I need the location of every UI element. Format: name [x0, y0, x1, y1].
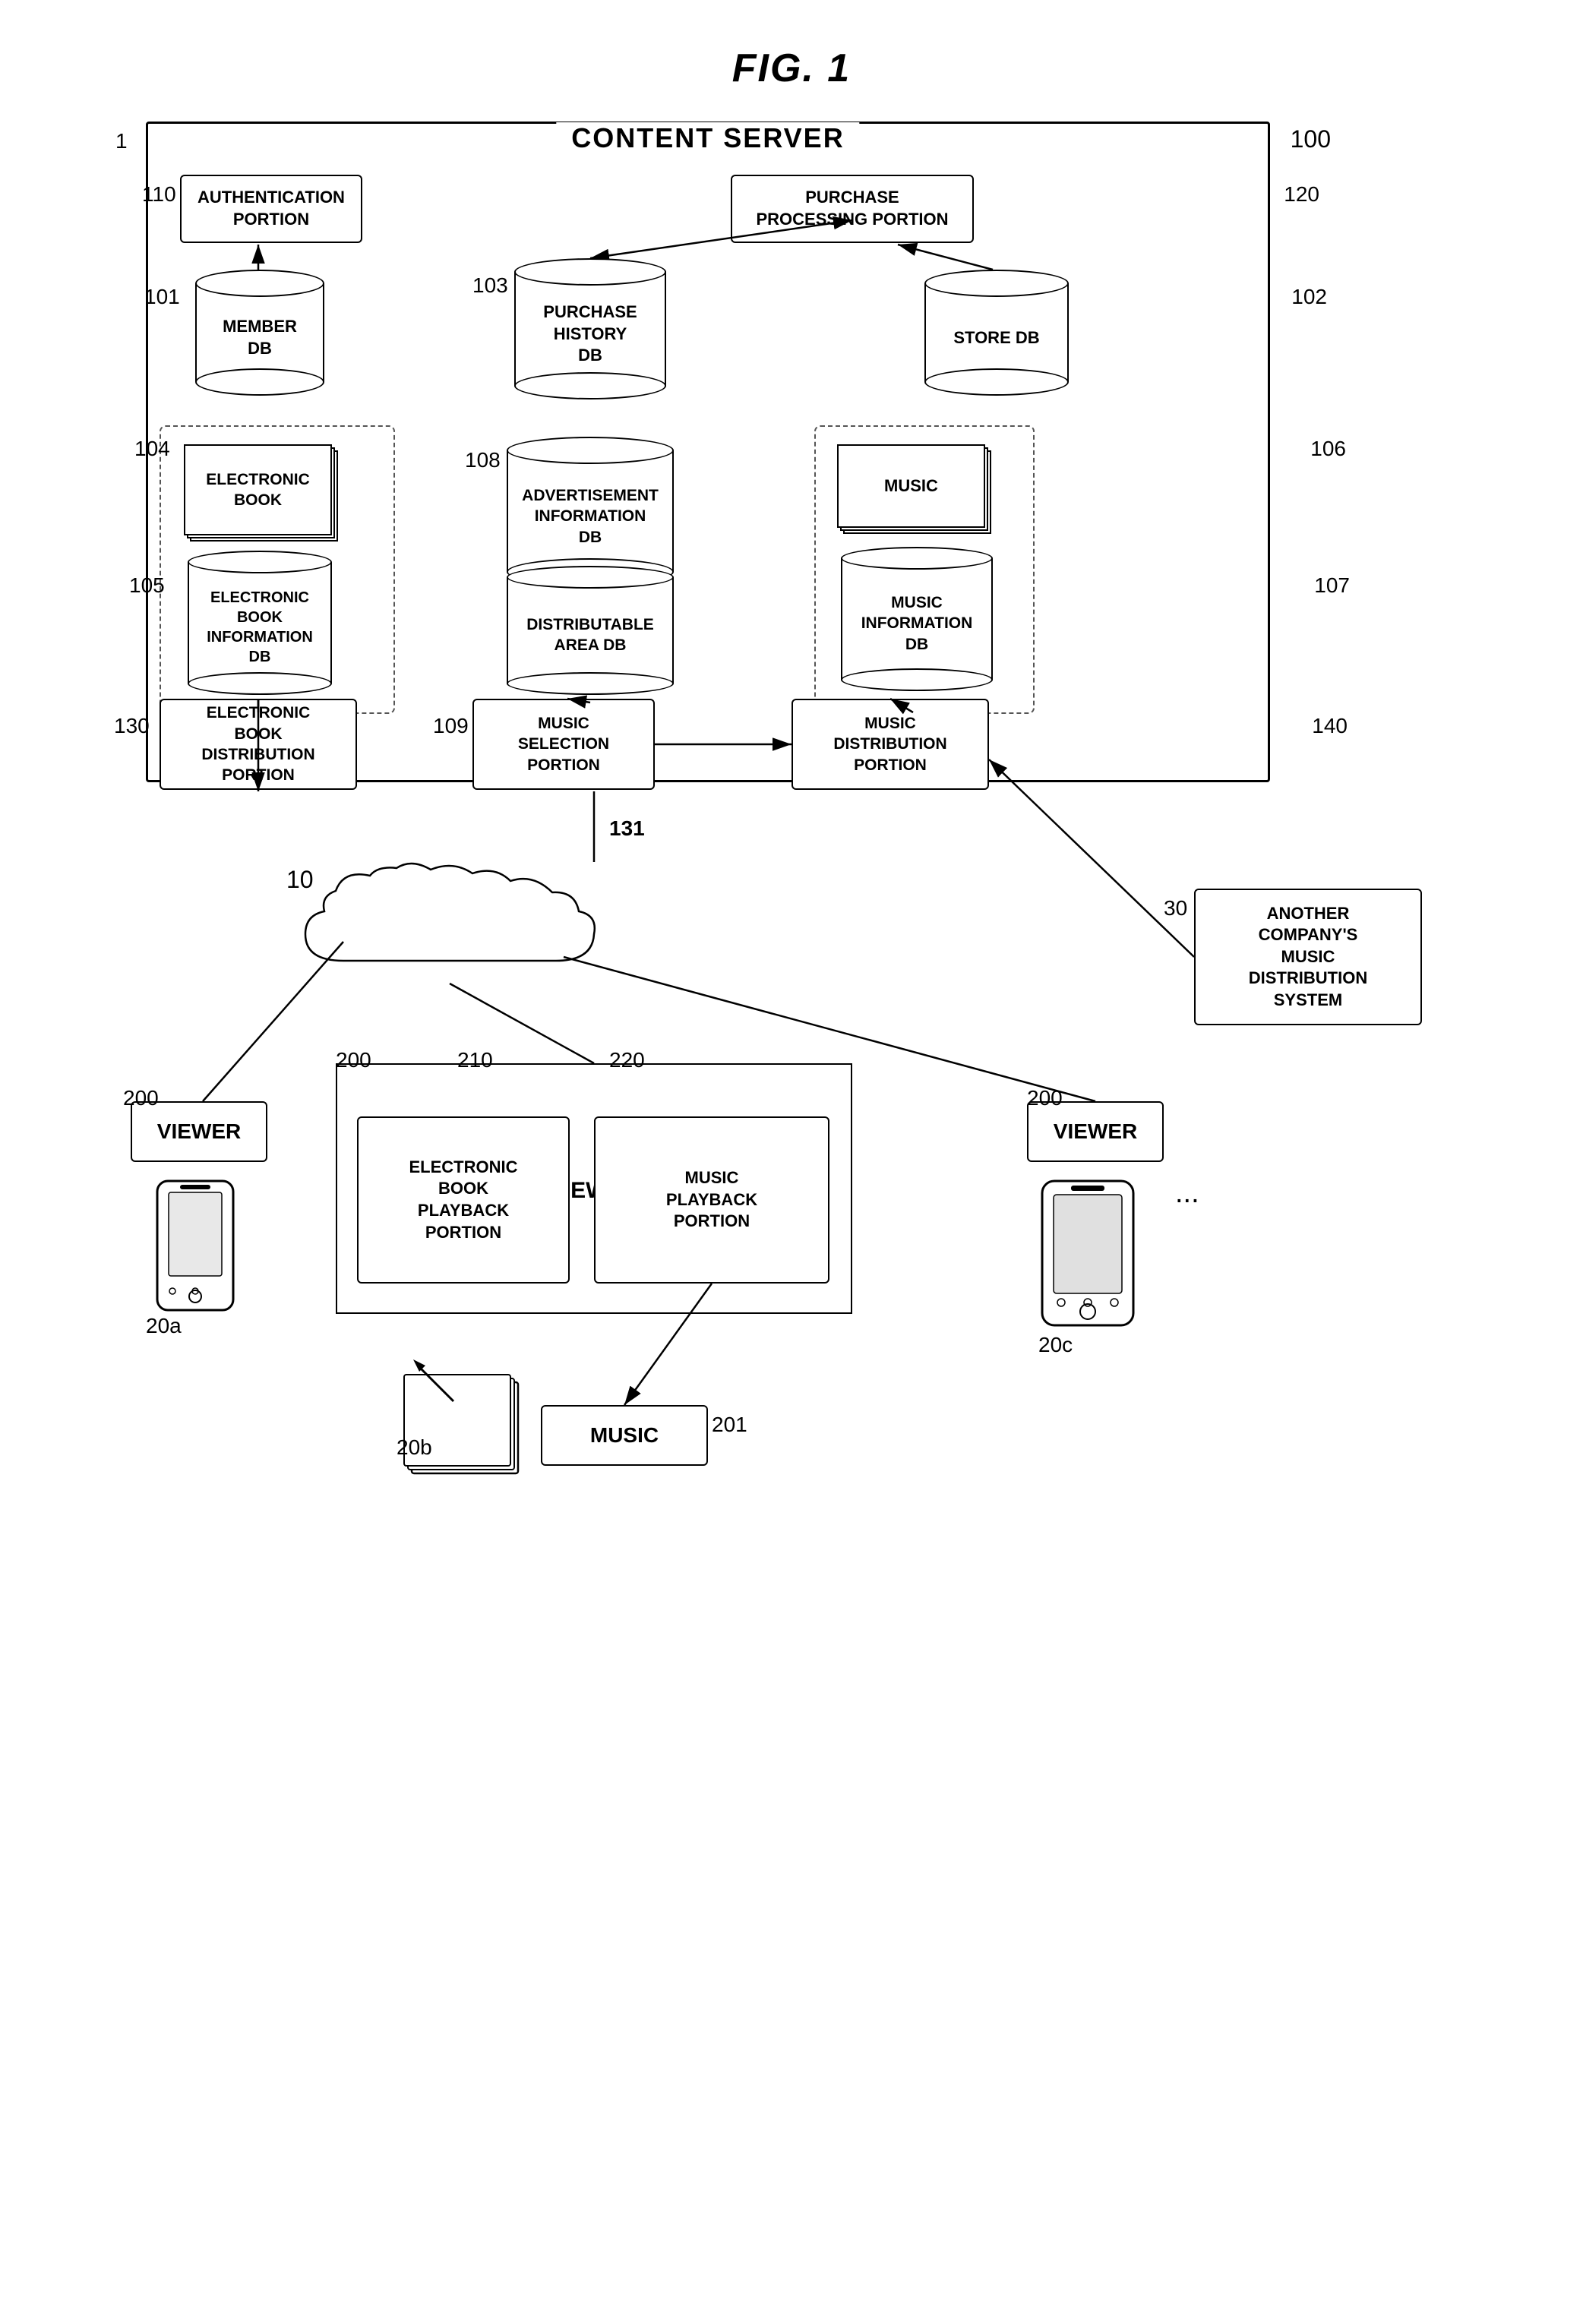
book-20b-icon	[397, 1352, 533, 1489]
ref-104: 104	[134, 437, 170, 461]
ref-210: 210	[457, 1048, 493, 1072]
viewer-right-box: VIEWER	[1027, 1101, 1164, 1162]
ref-101: 101	[144, 285, 180, 309]
svg-text:131: 131	[609, 816, 645, 840]
ref-200c: 200	[1027, 1086, 1063, 1110]
ref-107: 107	[1314, 573, 1350, 598]
phone-20c-icon	[1012, 1173, 1164, 1340]
music-distribution-box: MUSIC DISTRIBUTION PORTION	[792, 699, 989, 790]
ebook-distribution-box: ELECTRONIC BOOK DISTRIBUTION PORTION	[160, 699, 357, 790]
ref-220: 220	[609, 1048, 645, 1072]
music-playback-box: MUSIC PLAYBACK PORTION	[594, 1116, 829, 1284]
ebook-playback-box: ELECTRONIC BOOK PLAYBACK PORTION	[357, 1116, 570, 1284]
purchase-processing-box: PURCHASE PROCESSING PORTION	[731, 175, 974, 243]
another-company-box: ANOTHER COMPANY'S MUSIC DISTRIBUTION SYS…	[1194, 889, 1422, 1025]
music-bottom-box: MUSIC	[541, 1405, 708, 1466]
distributable-area-db-cylinder: DISTRIBUTABLE AREA DB	[503, 566, 678, 695]
purchase-history-db-cylinder: PURCHASE HISTORY DB	[510, 258, 670, 399]
ref-120: 120	[1284, 182, 1319, 207]
ref-108: 108	[465, 448, 501, 472]
member-db-cylinder: MEMBER DB	[191, 270, 328, 396]
ref-10: 10	[286, 866, 314, 894]
store-db-cylinder: STORE DB	[921, 270, 1073, 396]
ad-info-db-cylinder: ADVERTISEMENT INFORMATION DB	[503, 437, 678, 586]
ref-200b: 200	[336, 1048, 371, 1072]
music-info-db-cylinder: MUSIC INFORMATION DB	[837, 547, 997, 691]
viewer-left-box: VIEWER	[131, 1101, 267, 1162]
ref-103: 103	[472, 273, 508, 298]
ref-1: 1	[115, 129, 128, 153]
ref-110: 110	[142, 182, 176, 207]
page-title: FIG. 1	[0, 0, 1583, 91]
ref-201: 201	[712, 1413, 747, 1437]
ref-105: 105	[129, 573, 165, 598]
ref-200a: 200	[123, 1086, 159, 1110]
ebook-info-db-cylinder: ELECTRONIC BOOK INFORMATION DB	[184, 551, 336, 695]
phone-20a-icon	[134, 1173, 256, 1325]
ref-20a: 20a	[146, 1314, 182, 1338]
ref-100: 100	[1291, 125, 1331, 153]
ref-20c: 20c	[1038, 1333, 1073, 1357]
content-server-label: CONTENT SERVER	[556, 122, 859, 154]
music-stacked: MUSIC	[837, 444, 989, 535]
ellipsis: ...	[1175, 1177, 1199, 1210]
network-cloud	[283, 862, 602, 984]
ref-130: 130	[114, 714, 150, 738]
ref-140: 140	[1312, 714, 1348, 738]
electronic-book-stacked: ELECTRONIC BOOK	[184, 444, 336, 543]
ref-30: 30	[1164, 896, 1187, 920]
ref-109: 109	[433, 714, 469, 738]
music-selection-box: MUSIC SELECTION PORTION	[472, 699, 655, 790]
ref-20b: 20b	[397, 1435, 432, 1460]
authentication-portion-box: AUTHENTICATION PORTION	[180, 175, 362, 243]
ref-102: 102	[1291, 285, 1327, 309]
ref-106: 106	[1310, 437, 1346, 461]
